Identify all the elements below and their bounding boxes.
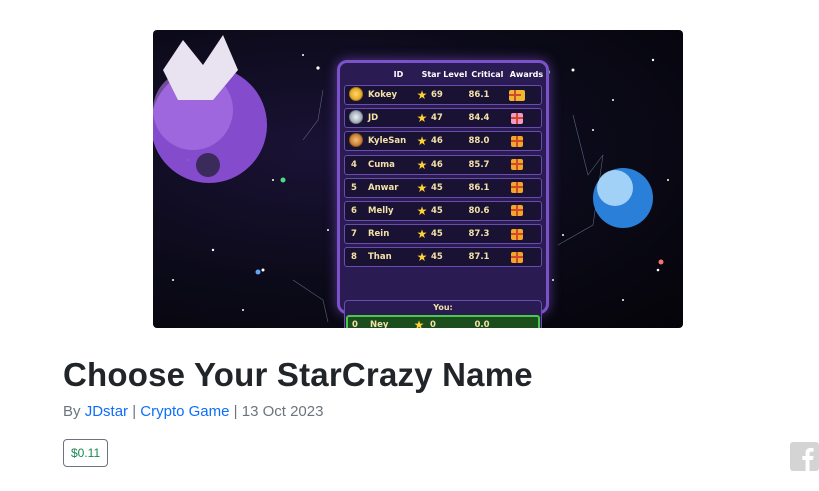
player-name: Anwar [368, 182, 399, 193]
award-icon [499, 112, 535, 124]
award-icon [499, 135, 535, 147]
star-level: 45 [431, 229, 443, 240]
rank-number: 4 [351, 159, 357, 170]
gift-box-icon [511, 182, 523, 194]
star-level: 45 [431, 182, 443, 193]
leaderboard-row: 5 Anwar ★ 45 86.1 [344, 177, 542, 198]
header-critical: Critical [471, 69, 504, 79]
separator: | [132, 403, 137, 420]
leaderboard-header: ID Star Level Critical Awards [340, 63, 546, 85]
publish-date: 13 Oct 2023 [241, 403, 324, 420]
page-title: Choose Your StarCrazy Name [63, 356, 533, 393]
rank-medal-icon [345, 132, 363, 150]
leaderboard-row: 6 Melly ★ 45 80.6 [344, 200, 542, 221]
critical-value: 87.1 [468, 252, 490, 263]
star-icon: ★ [413, 318, 425, 328]
rank-number: 6 [351, 205, 357, 216]
leaderboard-rows: Kokey ★ 69 86.1 JD ★ 47 84.4 KyleSan ★ 46 88.0 4 Cuma… [340, 85, 546, 268]
facebook-icon[interactable] [790, 442, 819, 471]
star-level: 45 [431, 252, 443, 263]
gift-box-icon [511, 205, 523, 217]
award-icon [499, 251, 535, 263]
treasure-chest-icon [509, 89, 525, 101]
leaderboard-row: Kokey ★ 69 86.1 [344, 85, 542, 105]
critical-value: 87.3 [468, 229, 490, 240]
player-name: JD [368, 113, 379, 124]
you-row: 0 Ney ★ 0 0.0 [346, 315, 540, 328]
gift-box-icon [511, 159, 523, 171]
star-icon: ★ [416, 88, 428, 102]
award-icon [499, 205, 535, 217]
game-screenshot: ID Star Level Critical Awards Kokey ★ 69 86… [153, 30, 683, 328]
star-level: 46 [431, 136, 443, 147]
critical-value: 85.7 [468, 159, 490, 170]
you-rank: 0 [352, 320, 358, 328]
star-icon: ★ [416, 111, 428, 126]
player-name: Melly [368, 205, 394, 216]
bronze-medal-icon [348, 132, 363, 147]
header-id: ID [393, 69, 404, 79]
star-icon: ★ [416, 250, 428, 265]
critical-value: 84.4 [468, 113, 490, 124]
award-icon [499, 228, 535, 240]
player-name: Rein [368, 229, 390, 240]
gift-box-icon [511, 135, 523, 147]
critical-value: 86.1 [468, 90, 490, 100]
star-icon: ★ [416, 157, 428, 172]
rank-medal-icon [345, 86, 363, 104]
you-critical: 0.0 [474, 320, 490, 328]
player-name: KyleSan [368, 136, 407, 147]
star-level: 46 [431, 159, 443, 170]
by-label: By [63, 403, 81, 420]
gift-box-icon [511, 112, 523, 124]
you-name: Ney [370, 320, 389, 328]
leaderboard-row: 4 Cuma ★ 46 85.7 [344, 154, 542, 175]
author-link[interactable]: JDstar [85, 403, 128, 420]
star-icon: ★ [416, 180, 428, 195]
gift-box-icon [511, 251, 523, 263]
gold-medal-icon [348, 86, 363, 101]
award-icon [499, 89, 535, 101]
star-icon: ★ [416, 134, 428, 149]
player-name: Cuma [368, 159, 395, 170]
rank-number: 5 [351, 182, 357, 193]
rank-medal-icon [345, 109, 363, 127]
rank-number: 8 [351, 252, 357, 263]
separator: | [233, 403, 238, 420]
you-level: 0 [430, 320, 436, 328]
header-star-level: Star Level [421, 69, 468, 79]
star-level: 47 [431, 113, 443, 124]
award-icon [499, 159, 535, 171]
star-level: 45 [431, 205, 443, 216]
header-awards: Awards [509, 69, 544, 79]
you-panel: You: 0 Ney ★ 0 0.0 [344, 300, 542, 328]
critical-value: 86.1 [468, 182, 490, 193]
player-name: Kokey [368, 90, 398, 100]
award-icon [499, 182, 535, 194]
silver-medal-icon [348, 109, 363, 124]
leaderboard-row: KyleSan ★ 46 88.0 [344, 131, 542, 152]
star-level: 69 [431, 90, 443, 100]
leaderboard-row: JD ★ 47 84.4 [344, 108, 542, 129]
leaderboard: ID Star Level Critical Awards Kokey ★ 69 86… [337, 60, 549, 328]
price-badge: $0.11 [63, 439, 109, 467]
gift-box-icon [511, 228, 523, 240]
star-icon: ★ [416, 227, 428, 242]
critical-value: 80.6 [468, 205, 490, 216]
star-icon: ★ [416, 203, 428, 218]
leaderboard-row: 7 Rein ★ 45 87.3 [344, 224, 542, 245]
player-name: Than [368, 252, 392, 263]
article-meta: By JDstar | Crypto Game | 13 Oct 2023 [63, 403, 323, 420]
critical-value: 88.0 [468, 136, 490, 147]
you-label: You: [433, 303, 453, 312]
rank-number: 7 [351, 229, 357, 240]
category-link[interactable]: Crypto Game [140, 403, 229, 420]
leaderboard-row: 8 Than ★ 45 87.1 [344, 247, 542, 268]
